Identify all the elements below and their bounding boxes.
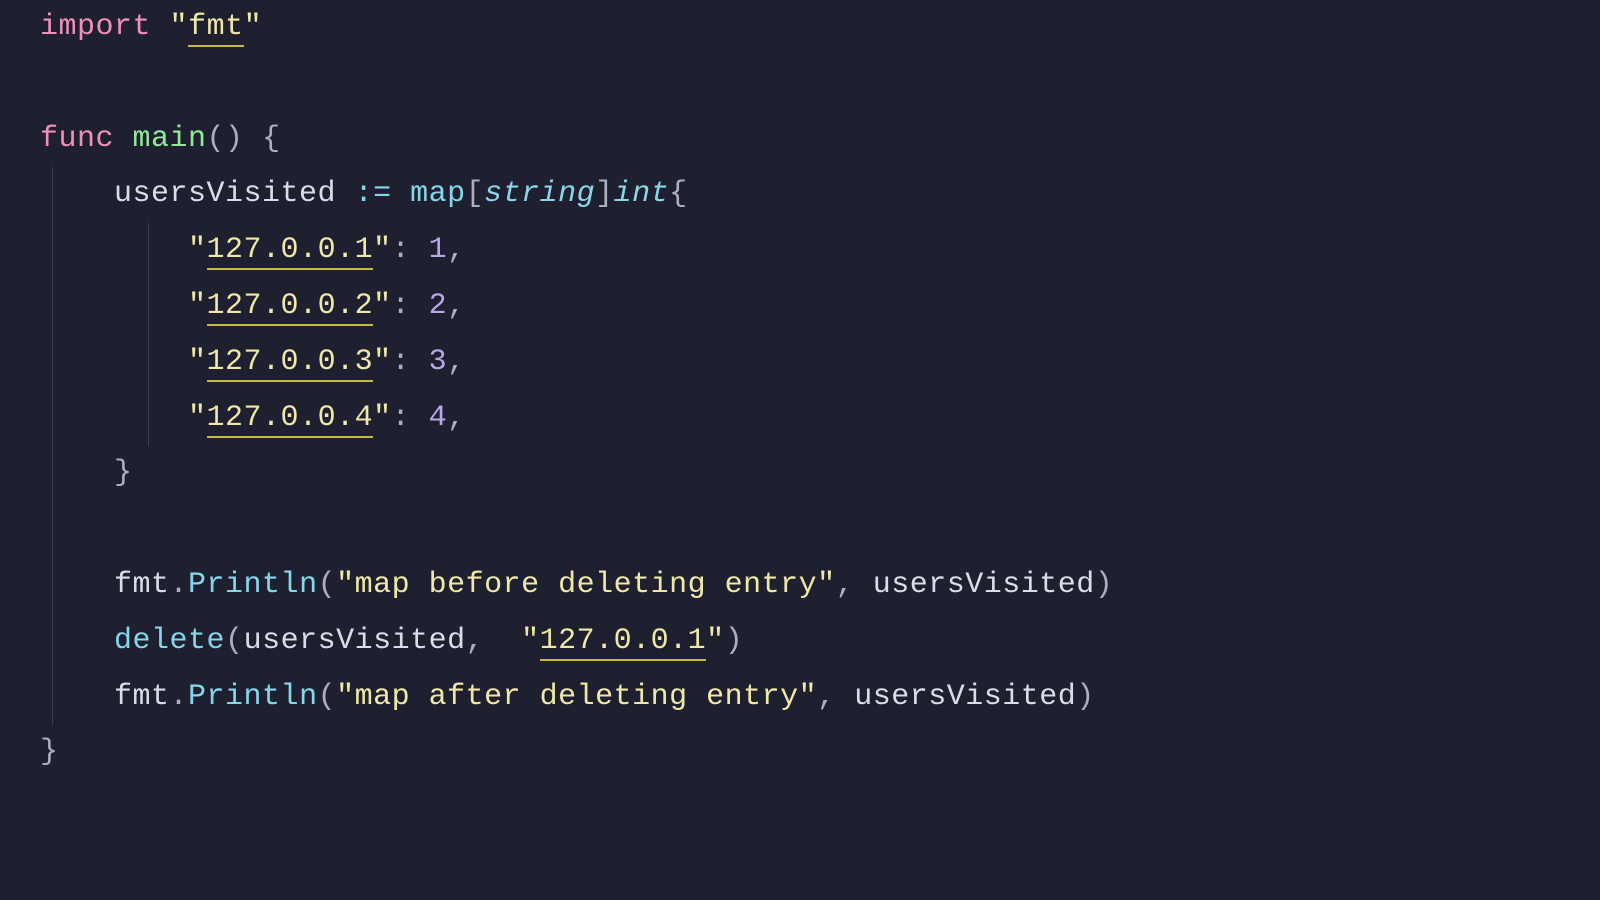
code-line-empty[interactable] (40, 502, 1560, 558)
keyword-func: func (40, 122, 114, 156)
code-line[interactable]: usersVisited := map[string]int{ (40, 167, 1560, 223)
number-literal: 2 (429, 289, 448, 323)
function-main: main (133, 122, 207, 156)
code-line[interactable]: delete(usersVisited, "127.0.0.1") (40, 614, 1560, 670)
method-println: Println (188, 568, 318, 602)
map-key: 127.0.0.1 (207, 233, 374, 270)
code-editor[interactable]: import "fmt" func main() { usersVisited … (0, 0, 1600, 781)
code-line[interactable]: "127.0.0.3": 3, (40, 335, 1560, 391)
number-literal: 3 (429, 345, 448, 379)
type-int: int (614, 177, 670, 211)
code-line[interactable]: fmt.Println("map before deleting entry",… (40, 558, 1560, 614)
code-line[interactable]: import "fmt" (40, 0, 1560, 56)
code-line-empty[interactable] (40, 56, 1560, 112)
code-line[interactable]: } (40, 725, 1560, 781)
map-key: 127.0.0.4 (207, 401, 374, 438)
code-line[interactable]: "127.0.0.2": 2, (40, 279, 1560, 335)
keyword-map: map (410, 177, 466, 211)
builtin-delete: delete (114, 624, 225, 658)
keyword-import: import (40, 10, 151, 44)
method-println: Println (188, 680, 318, 714)
code-line[interactable]: fmt.Println("map after deleting entry", … (40, 670, 1560, 726)
identifier-usersVisited: usersVisited (114, 177, 336, 211)
string-fmt: fmt (188, 10, 244, 47)
string-literal: "map after deleting entry" (336, 680, 817, 714)
string-literal: 127.0.0.1 (540, 624, 707, 661)
package-fmt: fmt (114, 568, 170, 602)
number-literal: 4 (429, 401, 448, 435)
number-literal: 1 (429, 233, 448, 267)
map-key: 127.0.0.2 (207, 289, 374, 326)
code-line[interactable]: func main() { (40, 112, 1560, 168)
map-key: 127.0.0.3 (207, 345, 374, 382)
code-line[interactable]: } (40, 446, 1560, 502)
code-line[interactable]: "127.0.0.1": 1, (40, 223, 1560, 279)
code-line[interactable]: "127.0.0.4": 4, (40, 391, 1560, 447)
string-literal: "map before deleting entry" (336, 568, 836, 602)
type-string: string (484, 177, 595, 211)
package-fmt: fmt (114, 680, 170, 714)
